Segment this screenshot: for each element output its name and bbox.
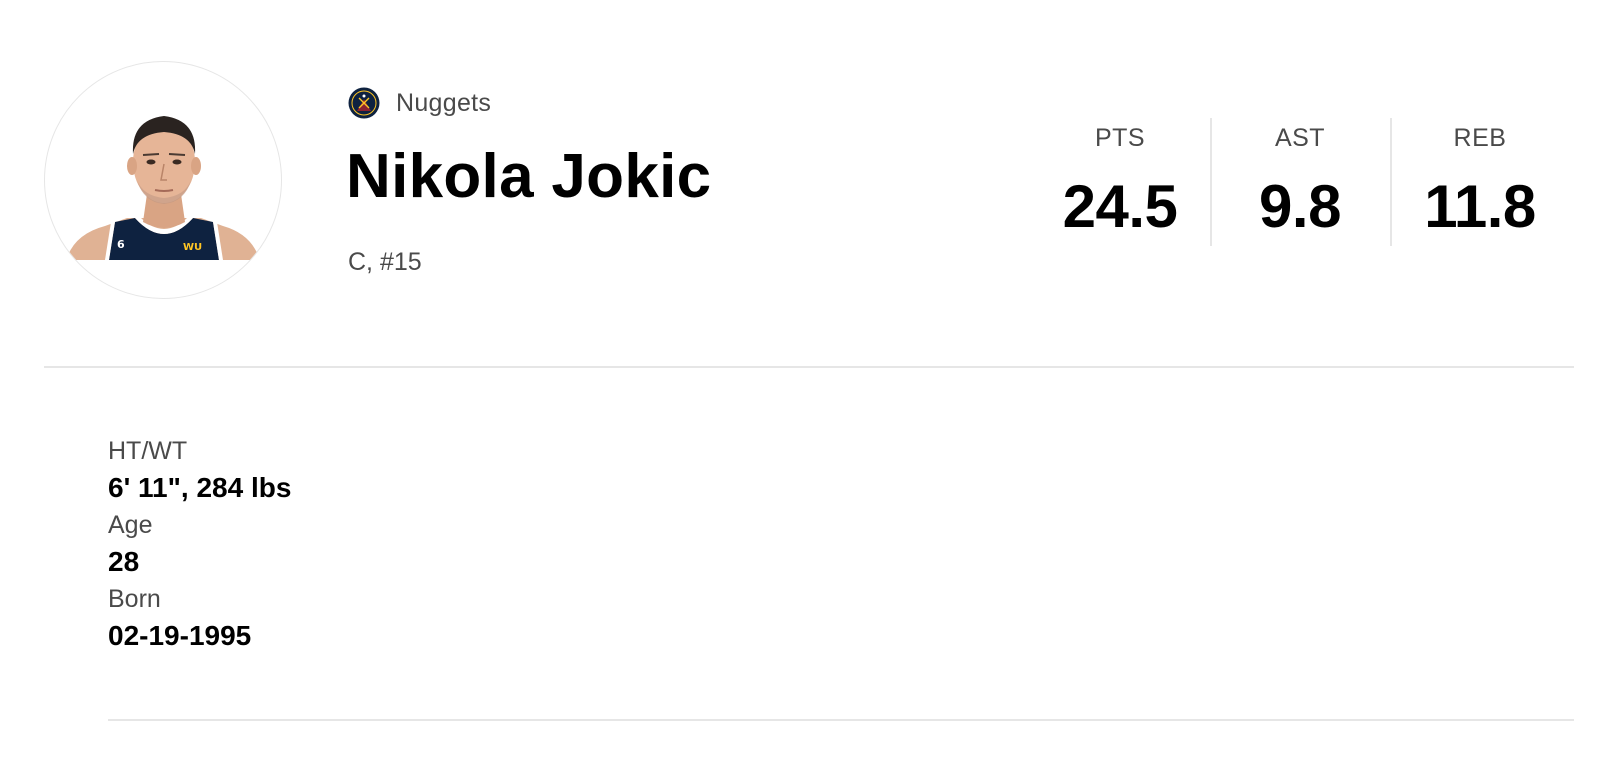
- stat-label: REB: [1453, 124, 1507, 152]
- player-position-number: C, #15: [348, 248, 422, 276]
- stat-value: 24.5: [1062, 173, 1178, 240]
- player-stats: PTS 24.5 AST 9.8 REB 11.8: [1030, 118, 1570, 246]
- stat-value: 9.8: [1259, 173, 1341, 240]
- jersey-sponsor-text: WU: [183, 242, 202, 253]
- stat-label: PTS: [1094, 124, 1146, 152]
- stat-label: AST: [1274, 124, 1326, 152]
- nuggets-logo-icon: [348, 87, 380, 119]
- stat-pts: PTS 24.5: [1030, 118, 1210, 246]
- bio-value-born: 02-19-1995: [108, 620, 252, 651]
- section-divider: [44, 366, 1574, 368]
- jersey-number-text: 6: [117, 238, 125, 251]
- team-row[interactable]: Nuggets: [348, 86, 491, 120]
- bio-label-age: Age: [108, 511, 153, 539]
- bio-value-htwt: 6' 11", 284 lbs: [108, 472, 292, 503]
- player-headshot: 6 WU: [44, 61, 282, 299]
- player-profile-page: 6 WU Nuggets Nikola Jokic C, #15 PTS 24.…: [0, 0, 1620, 762]
- bio-value-age: 28: [108, 546, 140, 577]
- stat-value: 11.8: [1424, 173, 1536, 240]
- stat-ast: AST 9.8: [1210, 118, 1390, 246]
- bio-label-born: Born: [108, 585, 161, 613]
- player-name: Nikola Jokic: [346, 142, 712, 211]
- stat-reb: REB 11.8: [1390, 118, 1570, 246]
- bio-label-htwt: HT/WT: [108, 437, 188, 465]
- player-bio: HT/WT 6' 11", 284 lbs Age 28 Born 02-19-…: [108, 436, 291, 658]
- section-divider: [108, 719, 1574, 721]
- team-name: Nuggets: [396, 88, 492, 117]
